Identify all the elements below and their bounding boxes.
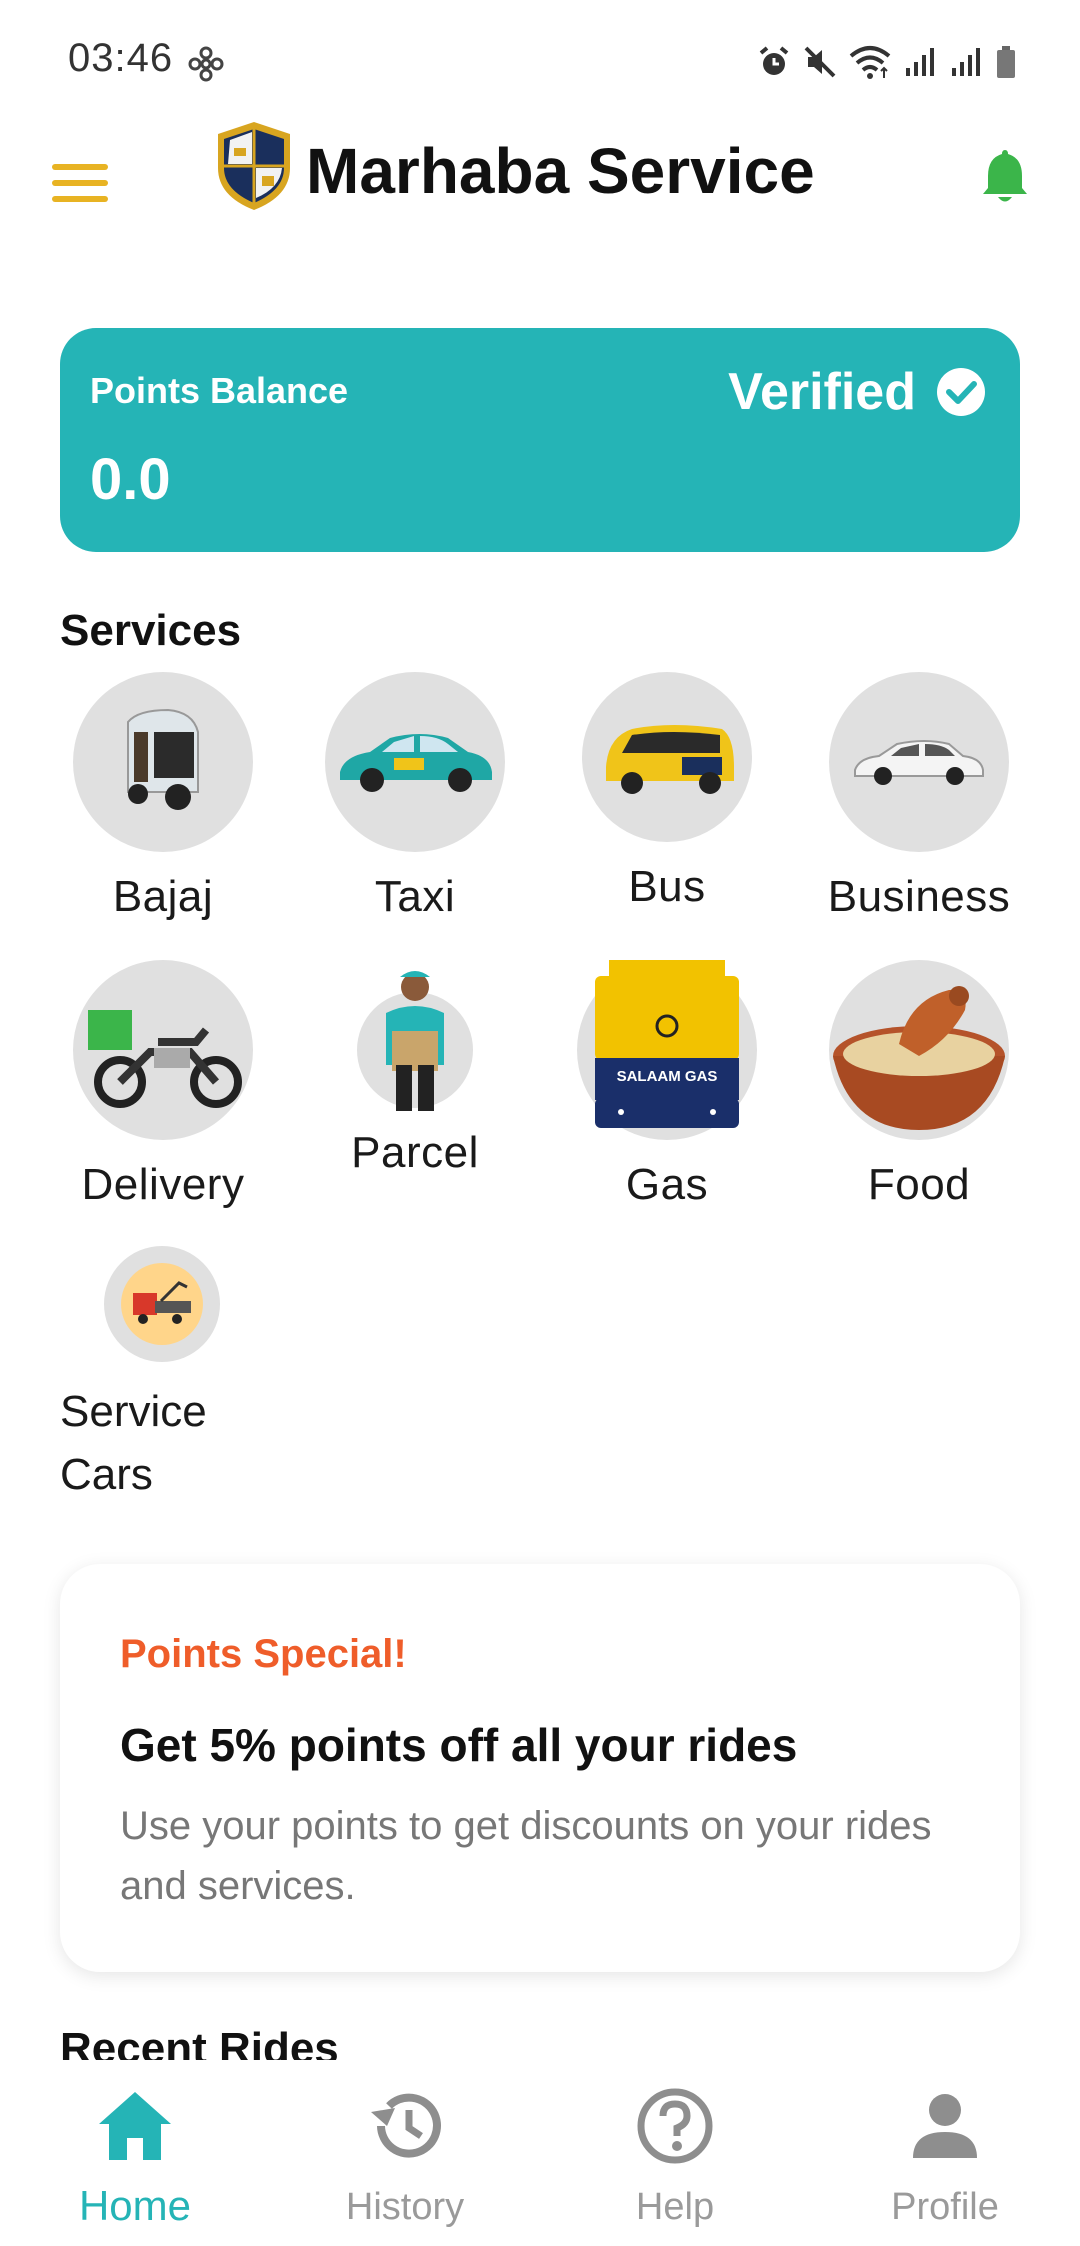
points-balance-card[interactable]: Points Balance 0.0 Verified	[60, 328, 1020, 552]
profile-icon	[913, 2094, 977, 2158]
tow-truck-image	[104, 1246, 220, 1362]
services-title: Services	[60, 606, 242, 655]
service-label: Bus	[628, 862, 706, 911]
promo-title: Get 5% points off all your rides	[120, 1719, 798, 1771]
status-bar: 03:46	[0, 0, 1080, 120]
verified-badge: Verified	[728, 362, 986, 422]
alarm-icon	[759, 46, 789, 75]
bell-icon[interactable]	[980, 146, 1030, 206]
bajaj-image	[73, 672, 253, 852]
nav-help[interactable]: Help	[540, 2060, 810, 2246]
status-icons	[756, 42, 1018, 82]
gas-cylinder-image: SALAAM GAS	[577, 960, 757, 1140]
points-balance-value: 0.0	[90, 447, 171, 512]
service-label: Service Cars	[60, 1387, 207, 1499]
app-bar: Marhaba Service	[0, 120, 1080, 250]
nav-label: History	[345, 2186, 465, 2228]
service-taxi[interactable]: Taxi	[295, 672, 535, 922]
menu-icon[interactable]	[52, 150, 118, 216]
app-title: Marhaba Service	[306, 135, 815, 207]
service-gas[interactable]: SALAAM GAS Gas	[547, 960, 787, 1210]
nav-label: Profile	[891, 2186, 999, 2228]
home-icon	[99, 2092, 171, 2160]
nav-history[interactable]: History	[270, 2060, 540, 2246]
signal-icon	[906, 48, 934, 76]
nav-label: Home	[78, 2182, 192, 2229]
nav-profile[interactable]: Profile	[810, 2060, 1080, 2246]
points-balance-label: Points Balance	[90, 370, 349, 411]
business-car-image	[829, 672, 1009, 852]
gas-badge-text: SALAAM GAS	[616, 1068, 718, 1085]
service-food[interactable]: Food	[799, 960, 1039, 1210]
history-icon	[371, 2093, 441, 2158]
fan-icon	[188, 46, 224, 82]
battery-icon	[997, 46, 1015, 78]
bottom-nav: Home History Help Profile	[0, 2060, 1080, 2246]
help-icon	[637, 2088, 713, 2164]
service-label: Delivery	[81, 1160, 245, 1209]
promo-kicker: Points Special!	[120, 1632, 407, 1676]
service-label: Gas	[625, 1160, 709, 1209]
wifi-icon	[849, 46, 891, 79]
bus-image	[582, 672, 752, 842]
service-parcel[interactable]: Parcel	[295, 960, 535, 1178]
promo-body: Use your points to get discounts on your…	[120, 1804, 932, 1908]
motorbike-image	[73, 960, 253, 1140]
check-circle-icon	[937, 368, 985, 416]
nav-label: Help	[635, 2186, 715, 2228]
food-bowl-image	[829, 960, 1009, 1140]
status-time: 03:46	[68, 36, 174, 80]
service-label: Business	[827, 872, 1011, 921]
signal-icon	[952, 48, 980, 76]
verified-label: Verified	[728, 363, 916, 421]
service-label: Food	[867, 1160, 971, 1209]
service-bajaj[interactable]: Bajaj	[43, 672, 283, 922]
service-service-cars[interactable]: Service Cars	[60, 1246, 260, 1506]
service-label: Taxi	[374, 872, 456, 921]
service-business[interactable]: Business	[799, 672, 1039, 922]
nav-home[interactable]: Home	[0, 2060, 270, 2246]
mute-icon	[804, 46, 836, 78]
service-delivery[interactable]: Delivery	[43, 960, 283, 1210]
service-bus[interactable]: Bus	[547, 672, 787, 912]
parcel-courier-image	[357, 971, 473, 1111]
logo-shield-icon	[218, 122, 290, 210]
taxi-image	[325, 672, 505, 852]
promo-card[interactable]: Points Special! Get 5% points off all yo…	[60, 1564, 1020, 1972]
service-label: Bajaj	[112, 872, 214, 921]
service-label: Parcel	[351, 1128, 479, 1177]
